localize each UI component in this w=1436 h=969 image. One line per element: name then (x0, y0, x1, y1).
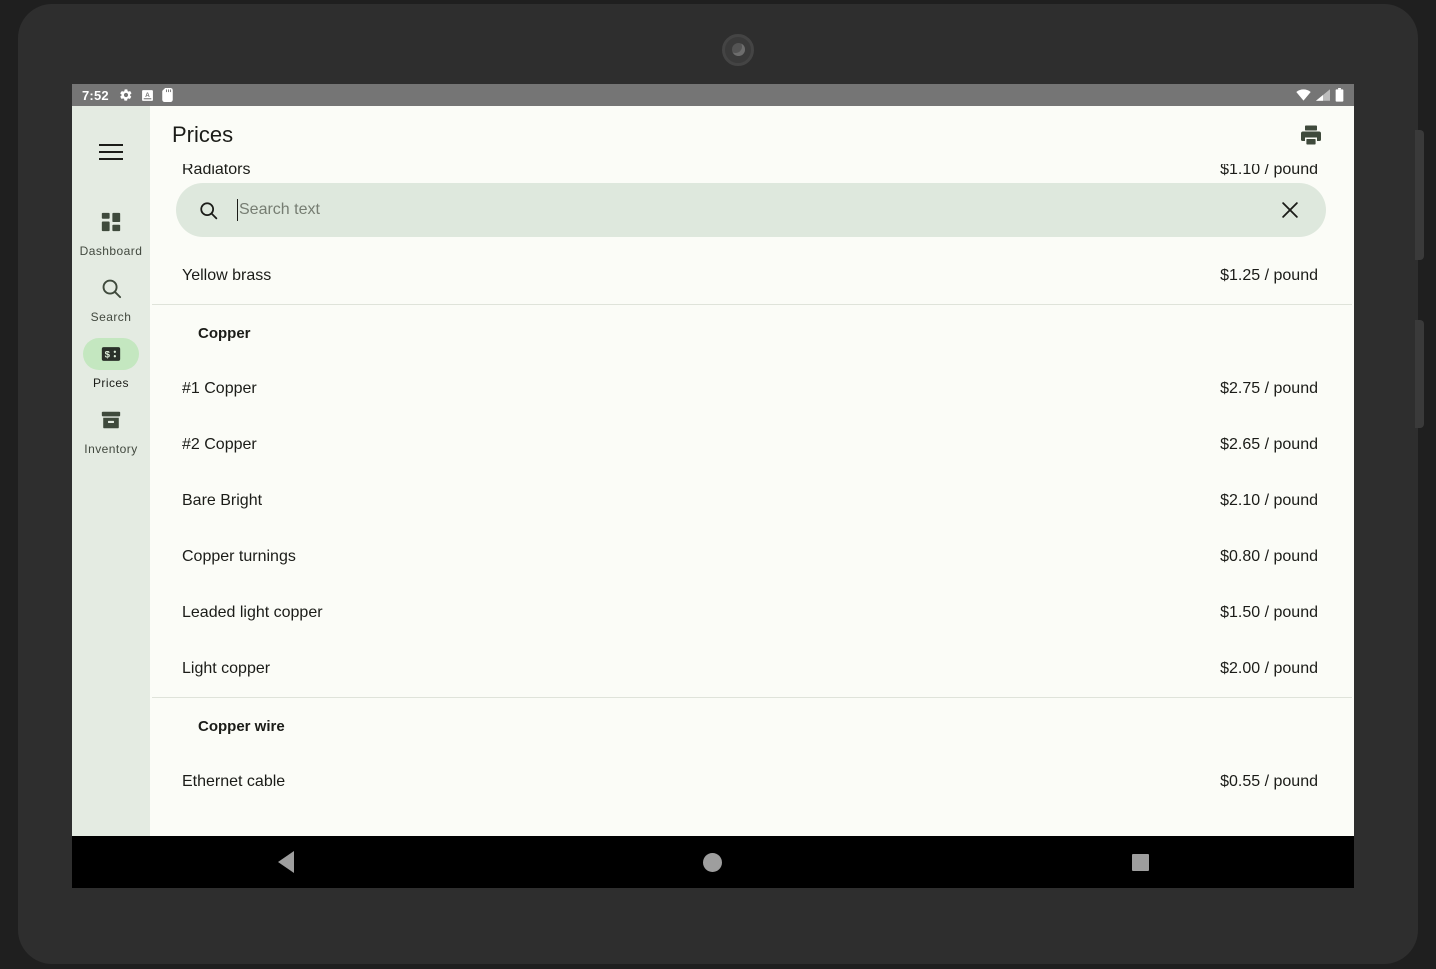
list-item-price: $2.10 / pound (1220, 492, 1318, 509)
list-item-price: $1.25 / pound (1220, 267, 1318, 284)
list-item[interactable]: #2 Copper $2.65 / pound (150, 417, 1354, 473)
print-icon[interactable] (1294, 118, 1328, 152)
navigation-rail: Dashboard Search $ Prices Inventory (72, 106, 150, 884)
status-bar: 7:52 A (72, 84, 1354, 106)
list-item-label: Ethernet cable (182, 773, 286, 790)
android-a-icon: A (141, 89, 153, 101)
list-item-price: $0.80 / pound (1220, 548, 1318, 565)
section-header: Copper wire (150, 698, 1354, 754)
sidebar-item-label: Dashboard (79, 244, 143, 258)
list-item[interactable]: Copper turnings $0.80 / pound (150, 529, 1354, 585)
list-item-label: Radiators (182, 164, 251, 178)
svg-text:$: $ (105, 349, 111, 360)
list-item[interactable]: Yellow brass $1.25 / pound (150, 248, 1354, 304)
list-item-label: Bare Bright (182, 492, 263, 509)
sidebar-item-dashboard[interactable]: Dashboard (72, 206, 150, 258)
dashboard-grid-icon (83, 206, 139, 238)
device-screen: 7:52 A Dashboard Search $ Prices Invento… (72, 84, 1354, 884)
home-circle-icon (703, 852, 723, 872)
prices-list: Radiators $1.10 / pound Yellow brass $1.… (150, 164, 1354, 884)
archive-box-icon (83, 404, 139, 436)
list-item-label: #1 Copper (182, 380, 257, 397)
nav-recents-button[interactable] (1110, 842, 1170, 882)
list-item[interactable]: Light copper $2.00 / pound (150, 641, 1354, 697)
hamburger-menu-icon[interactable] (91, 132, 131, 172)
page-title: Prices (172, 122, 234, 147)
wifi-icon (1296, 89, 1311, 101)
list-item[interactable]: #1 Copper $2.75 / pound (150, 361, 1354, 417)
list-item-price: $1.10 / pound (1220, 164, 1318, 178)
camera-lens-icon (722, 34, 754, 66)
section-title: Copper wire (198, 717, 285, 735)
search-magnifier-icon (198, 200, 219, 221)
list-item-price: $0.55 / pound (1220, 773, 1318, 790)
battery-icon (1335, 88, 1344, 102)
list-item-label: #2 Copper (182, 436, 257, 453)
sidebar-item-label: Prices (92, 376, 130, 390)
list-item[interactable]: Ethernet cable $0.55 / pound (150, 754, 1354, 810)
list-item-price: $2.65 / pound (1220, 436, 1318, 453)
list-item[interactable]: Leaded light copper $1.50 / pound (150, 585, 1354, 641)
search-bar[interactable] (176, 183, 1326, 237)
section-title: Copper (198, 324, 251, 342)
list-item-price: $1.50 / pound (1220, 604, 1318, 621)
cellular-signal-icon (1316, 89, 1330, 101)
price-tag-money-icon: $ (83, 338, 139, 370)
search-magnifier-icon (83, 272, 139, 304)
sidebar-item-inventory[interactable]: Inventory (72, 404, 150, 456)
sidebar-item-label: Search (90, 310, 132, 324)
list-item-label: Copper turnings (182, 548, 296, 565)
list-item-label: Leaded light copper (182, 604, 323, 621)
sd-card-icon (162, 88, 173, 102)
android-navigation-bar (72, 836, 1354, 888)
nav-back-button[interactable] (256, 842, 316, 882)
device-frame: 7:52 A Dashboard Search $ Prices Invento… (18, 4, 1424, 964)
back-triangle-icon (277, 851, 294, 873)
status-bar-clock: 7:52 (82, 87, 109, 103)
list-item-price: $2.75 / pound (1220, 380, 1318, 397)
list-item[interactable]: Bare Bright $2.10 / pound (150, 473, 1354, 529)
sidebar-item-prices[interactable]: $ Prices (72, 338, 150, 390)
close-x-icon[interactable] (1276, 196, 1304, 224)
volume-button[interactable] (1415, 130, 1424, 260)
settings-gear-icon (120, 89, 132, 101)
svg-text:A: A (145, 92, 150, 99)
section-header: Copper (150, 305, 1354, 361)
sidebar-item-search[interactable]: Search (72, 272, 150, 324)
list-item-label: Yellow brass (182, 267, 272, 284)
text-cursor (237, 199, 238, 221)
nav-home-button[interactable] (683, 842, 743, 882)
list-item-label: Light copper (182, 660, 271, 677)
list-item-price: $2.00 / pound (1220, 660, 1318, 677)
search-input[interactable] (239, 201, 1276, 219)
app-bar: Prices (150, 106, 1354, 164)
sidebar-item-label: Inventory (84, 442, 138, 456)
recents-square-icon (1131, 853, 1149, 871)
power-button[interactable] (1415, 320, 1424, 428)
